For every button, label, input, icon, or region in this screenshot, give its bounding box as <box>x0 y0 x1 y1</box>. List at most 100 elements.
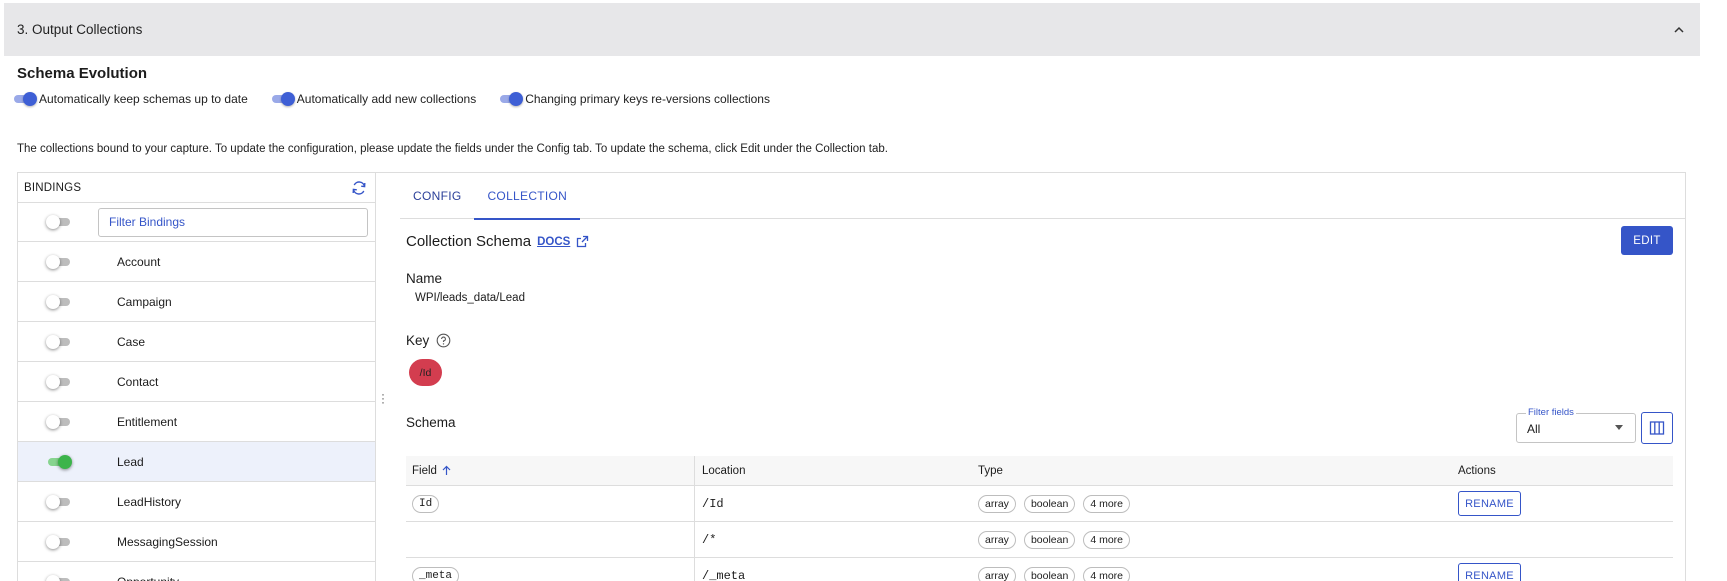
binding-toggle[interactable] <box>46 414 72 429</box>
chevron-up-icon[interactable] <box>1672 23 1686 37</box>
field-cell <box>406 522 695 557</box>
toggle-switch[interactable] <box>13 92 37 106</box>
location-cell: /Id <box>702 496 724 511</box>
bindings-panel: BINDINGS Account Campaign Case Contact Entit… <box>17 172 375 581</box>
field-cell: _meta <box>406 558 695 581</box>
toggle-add-new-collections[interactable]: Automatically add new collections <box>271 92 476 106</box>
rename-button[interactable]: RENAME <box>1458 491 1521 516</box>
schema-evolution-toggles: Automatically keep schemas up to date Au… <box>13 92 793 106</box>
type-cell: array boolean 4 more <box>978 566 1458 581</box>
binding-toggle[interactable] <box>46 294 72 309</box>
type-chip[interactable]: 4 more <box>1083 530 1130 549</box>
toggle-label: Changing primary keys re-versions collec… <box>525 92 770 106</box>
column-header-actions: Actions <box>1458 464 1496 477</box>
toggle-label: Automatically keep schemas up to date <box>39 92 248 106</box>
schema-evolution-title: Schema Evolution <box>17 65 148 82</box>
binding-label: Contact <box>117 374 159 389</box>
key-heading: Key <box>406 333 451 348</box>
binding-label: LeadHistory <box>117 494 182 509</box>
binding-row[interactable]: Case <box>18 322 375 362</box>
dropdown-arrow-icon <box>1615 425 1623 430</box>
binding-label: MessagingSession <box>117 534 218 549</box>
binding-row[interactable]: LeadHistory <box>18 482 375 522</box>
binding-toggle[interactable] <box>46 374 72 389</box>
location-cell: /_meta <box>702 568 746 581</box>
toggle-label: Automatically add new collections <box>296 92 477 106</box>
actions-cell: RENAME <box>1458 563 1673 581</box>
binding-row[interactable]: Entitlement <box>18 402 375 442</box>
type-chip: boolean <box>1023 494 1076 513</box>
collection-schema-heading: Collection Schema DOCS <box>406 233 589 250</box>
binding-label: Case <box>117 334 146 349</box>
toggle-primary-keys-reversions[interactable]: Changing primary keys re-versions collec… <box>499 92 770 106</box>
binding-row[interactable]: Lead <box>18 442 375 482</box>
filter-fields-select[interactable]: Filter fields All <box>1516 407 1636 443</box>
binding-label: Campaign <box>117 294 172 309</box>
filter-fields-value: All <box>1527 422 1541 436</box>
column-header-type: Type <box>978 464 1003 477</box>
type-chip: boolean <box>1023 566 1076 581</box>
collection-name-value: WPI/leads_data/Lead <box>415 292 525 304</box>
type-chip: array <box>978 530 1016 549</box>
binding-toggle[interactable] <box>46 254 72 269</box>
bindings-filter-row <box>18 203 375 242</box>
binding-row[interactable]: Contact <box>18 362 375 402</box>
type-chip: array <box>978 494 1016 513</box>
type-cell: array boolean 4 more <box>978 494 1458 513</box>
binding-label: Lead <box>117 454 144 469</box>
rename-button[interactable]: RENAME <box>1458 563 1521 581</box>
type-cell: array boolean 4 more <box>978 530 1458 549</box>
toggle-switch[interactable] <box>271 92 295 106</box>
binding-toggle[interactable] <box>46 454 72 469</box>
binding-row[interactable]: MessagingSession <box>18 522 375 562</box>
filter-bindings-input[interactable] <box>98 207 368 237</box>
columns-icon <box>1649 421 1665 435</box>
collections-description: The collections bound to your capture. T… <box>17 143 888 155</box>
edit-button[interactable]: EDIT <box>1621 226 1673 255</box>
toggle-all-bindings[interactable] <box>46 215 72 229</box>
tab-bar: CONFIG COLLECTION <box>400 173 1686 220</box>
type-chip[interactable]: 4 more <box>1083 566 1130 581</box>
schema-label: Schema <box>406 415 456 430</box>
column-header-field[interactable]: Field <box>406 456 695 485</box>
section-header-output-collections[interactable]: 3. Output Collections <box>4 3 1700 56</box>
field-chip: Id <box>412 494 440 513</box>
column-header-location: Location <box>702 464 746 477</box>
sort-ascending-icon[interactable] <box>441 465 452 476</box>
binding-label: Entitlement <box>117 414 178 429</box>
bindings-header-label: BINDINGS <box>24 181 82 194</box>
binding-row[interactable]: Campaign <box>18 282 375 322</box>
external-link-icon[interactable] <box>576 235 589 248</box>
refresh-icon[interactable] <box>351 180 367 196</box>
table-row: Id/Id array boolean 4 more RENAME <box>406 486 1673 522</box>
binding-label: Opportunity <box>98 575 179 581</box>
actions-cell: RENAME <box>1458 491 1673 516</box>
docs-link[interactable]: DOCS <box>537 236 570 248</box>
help-icon[interactable] <box>436 333 451 348</box>
binding-row[interactable]: Account <box>18 242 375 282</box>
key-chip[interactable]: /Id <box>409 359 442 386</box>
name-label: Name <box>406 271 443 286</box>
binding-toggle[interactable] <box>46 574 72 581</box>
binding-label: Account <box>117 254 161 269</box>
section-title: 3. Output Collections <box>17 22 143 37</box>
toggle-switch[interactable] <box>499 92 524 106</box>
columns-button[interactable] <box>1641 412 1673 444</box>
location-cell: /* <box>702 532 717 547</box>
tab-config[interactable]: CONFIG <box>400 173 474 219</box>
type-chip: boolean <box>1023 530 1076 549</box>
collection-schema-title: Collection Schema <box>406 233 532 250</box>
binding-toggle[interactable] <box>46 334 72 349</box>
binding-toggle[interactable] <box>46 534 72 549</box>
type-chip[interactable]: 4 more <box>1083 494 1130 513</box>
tab-collection[interactable]: COLLECTION <box>474 173 580 220</box>
key-label: Key <box>406 333 430 348</box>
binding-row[interactable]: Opportunity <box>18 562 375 581</box>
bindings-header: BINDINGS <box>18 173 375 203</box>
filter-fields-legend: Filter fields <box>1526 407 1576 418</box>
toggle-keep-schemas-up-to-date[interactable]: Automatically keep schemas up to date <box>13 92 248 106</box>
binding-toggle[interactable] <box>46 494 72 509</box>
schema-table: Field Location Type Actions Id/Id array bo… <box>406 456 1673 581</box>
field-cell: Id <box>406 486 695 521</box>
type-chip: array <box>978 566 1016 581</box>
